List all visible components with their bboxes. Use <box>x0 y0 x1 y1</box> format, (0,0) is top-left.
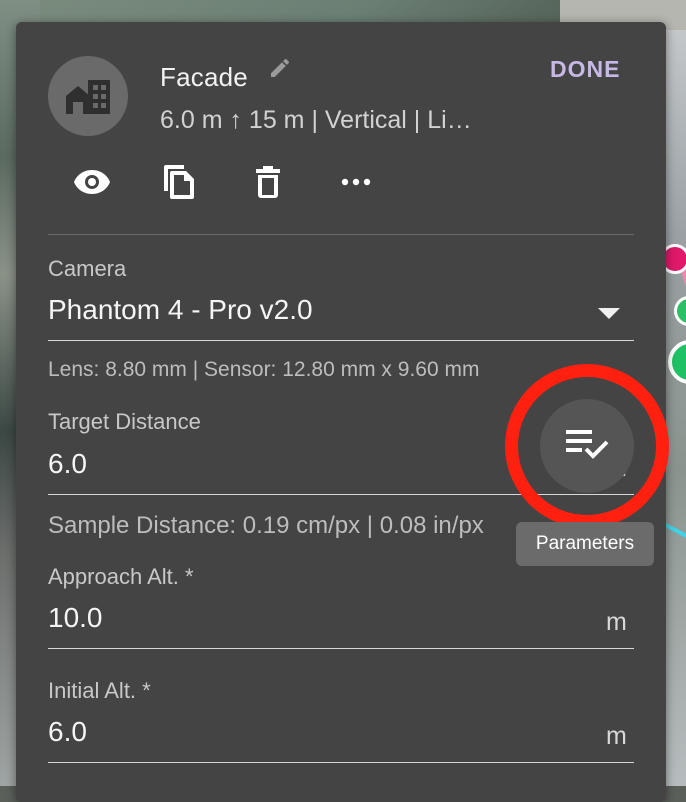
mission-title: Facade <box>160 62 248 92</box>
copy-icon[interactable] <box>159 162 199 202</box>
eye-icon[interactable] <box>72 162 112 202</box>
approach-alt-unit: m <box>606 608 627 636</box>
trash-icon[interactable] <box>248 162 288 202</box>
sample-distance: Sample Distance: 0.19 cm/px | 0.08 in/px <box>48 512 484 539</box>
highlight-circle <box>505 364 669 528</box>
approach-alt-label: Approach Alt. * <box>48 564 194 589</box>
divider <box>48 234 634 235</box>
initial-alt-unit: m <box>606 722 627 750</box>
initial-alt-label: Initial Alt. * <box>48 678 151 703</box>
mission-summary: 6.0 m ↑ 15 m | Vertical | Li… <box>160 106 472 134</box>
approach-alt-input[interactable]: 10.0 <box>48 602 103 634</box>
target-distance-label: Target Distance <box>48 409 201 434</box>
camera-label: Camera <box>48 256 127 281</box>
approach-alt-underline <box>48 648 634 649</box>
more-icon[interactable] <box>336 162 376 202</box>
initial-alt-underline <box>48 762 634 763</box>
camera-select[interactable]: Phantom 4 - Pro v2.0 <box>48 294 313 326</box>
done-button[interactable]: DONE <box>550 56 620 83</box>
camera-select-underline <box>48 340 634 341</box>
initial-alt-input[interactable]: 6.0 <box>48 716 87 748</box>
building-icon <box>48 56 128 136</box>
target-distance-input[interactable]: 6.0 <box>48 448 87 480</box>
camera-specs: Lens: 8.80 mm | Sensor: 12.80 mm x 9.60 … <box>48 358 480 381</box>
pencil-icon[interactable] <box>268 56 292 80</box>
parameters-tooltip: Parameters <box>516 522 654 566</box>
chevron-down-icon[interactable] <box>598 308 620 319</box>
